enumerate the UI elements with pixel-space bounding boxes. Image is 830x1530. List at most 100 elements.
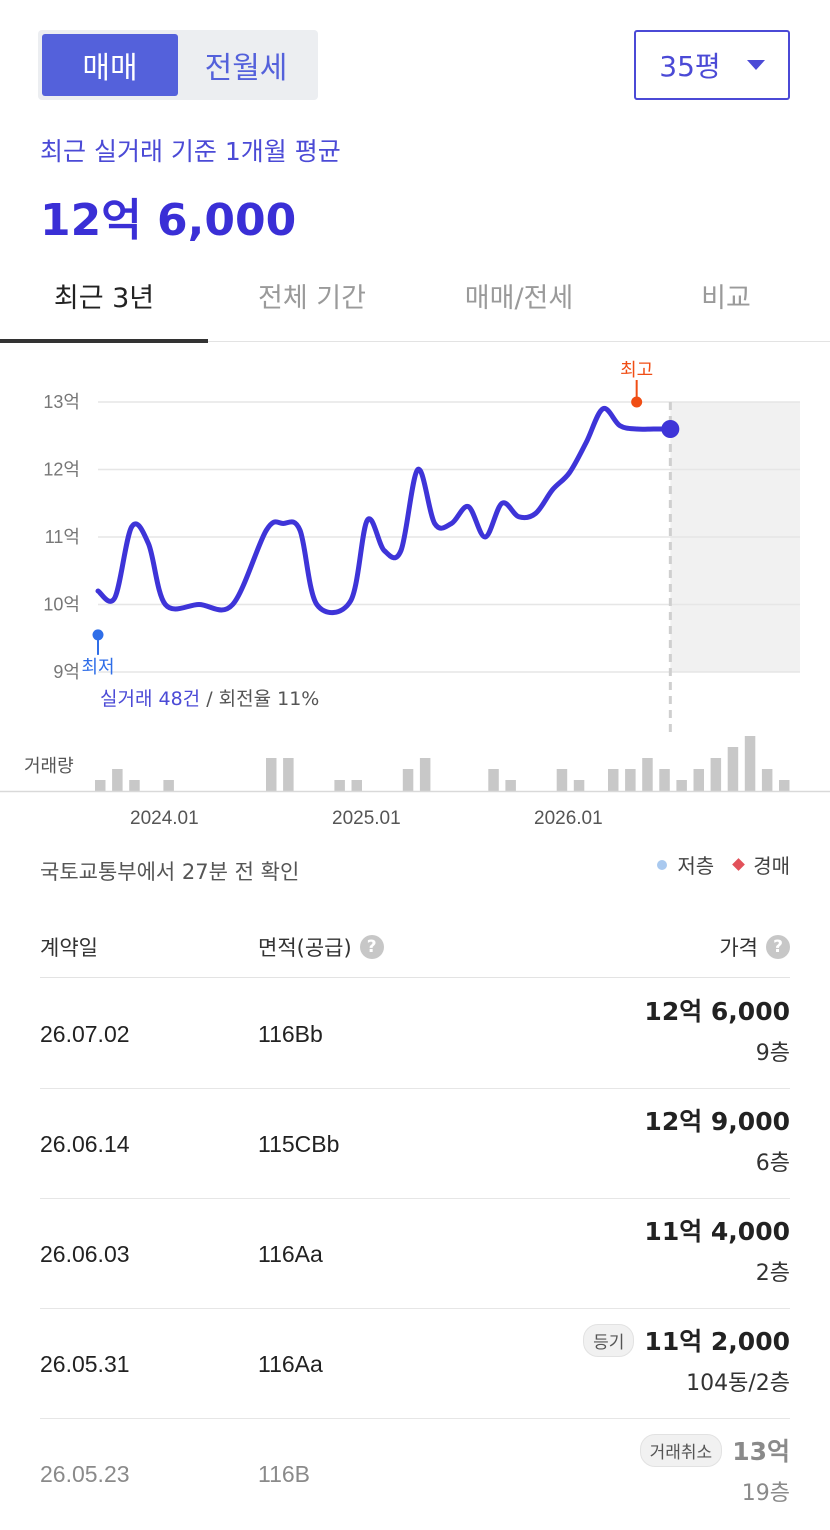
average-label: 최근 실거래 기준 1개월 평균 [40,137,341,166]
volume-bar [676,780,687,791]
source-note: 국토교통부에서 27분 전 확인 [40,860,300,884]
contract-date: 26.05.31 [40,1350,130,1377]
trade-price: 11억 2,000 [644,1327,790,1356]
floor: 104동/2층 [686,1371,790,1396]
header-area: 면적(공급) ? [258,932,384,962]
legend-auction: 경매 [732,850,790,879]
table-row[interactable]: 26.06.03 116Aa 11억 4,000 2층 [40,1199,790,1309]
volume-bar [761,769,773,791]
trade-price: 12억 9,000 [644,1107,790,1136]
floor: 19층 [741,1481,790,1506]
low-floor-dot-icon [657,859,668,870]
contract-date: 26.06.14 [40,1130,130,1157]
table-row[interactable]: 26.06.14 115CBb 12억 9,000 6층 [40,1089,790,1199]
price-cell: 12억 6,000 9층 [644,989,790,1067]
volume-bar [608,769,619,791]
tab-compare[interactable]: 비교 [622,260,830,342]
trade-type-toggle: 매매 전월세 [38,30,318,100]
tab-all-period[interactable]: 전체 기간 [208,260,416,342]
volume-bar [642,758,653,791]
high-marker-label: 최고 [620,360,653,381]
trade-count: 실거래 48건 [100,688,206,710]
floor: 6층 [755,1151,790,1176]
y-tick-label: 12억 [43,460,80,480]
volume-bar [129,780,140,791]
volume-bar [488,769,499,791]
supply-area: 116Bb [258,1020,323,1047]
y-tick-label: 13억 [43,392,80,412]
period-tabs: 최근 3년 전체 기간 매매/전세 비교 [0,260,830,343]
legend-auction-label: 경매 [753,854,790,878]
volume-bar [505,780,516,791]
floor: 9층 [755,1041,790,1066]
header-date: 계약일 [40,932,98,962]
volume-bar [283,758,294,791]
tab-recent-3-years[interactable]: 최근 3년 [0,260,208,343]
volume-bar [693,769,704,791]
volume-bar [727,747,739,791]
y-tick-label: 9억 [53,662,80,682]
table-row[interactable]: 26.07.02 116Bb 12억 6,000 9층 [40,979,790,1089]
header-date-label: 계약일 [40,936,98,960]
table-header: 계약일 면적(공급) ? 가격 ? [40,920,790,978]
volume-bar [266,758,277,791]
average-price: 12억 6,000 [40,195,297,246]
y-tick-label: 11억 [45,527,80,547]
supply-area: 115CBb [258,1130,340,1157]
legend-low-floor: 저층 [657,850,714,879]
tab-sale-jeonse[interactable]: 매매/전세 [415,260,623,342]
volume-bar [779,780,790,791]
header-price-label: 가격 [719,936,758,960]
trade-price: 12억 6,000 [644,997,790,1026]
y-tick-label: 10억 [43,595,80,615]
price-cell: 거래취소 13억 19층 [639,1429,790,1507]
volume-bar [710,758,722,791]
table-row[interactable]: 26.05.31 116Aa 등기 11억 2,000 104동/2층 [40,1309,790,1419]
cancelled-badge: 거래취소 [639,1433,723,1467]
volume-bar [334,780,345,791]
supply-area: 116Aa [258,1350,323,1377]
volume-bar [573,780,585,791]
volume-bar [112,769,123,791]
legend-low-floor-label: 저층 [677,854,715,878]
help-icon[interactable]: ? [359,935,384,959]
volume-bar [402,769,414,791]
caret-down-icon [746,60,765,70]
rent-toggle-button[interactable]: 전월세 [178,34,314,96]
table-row[interactable]: 26.05.23 116B 거래취소 13억 19층 [40,1419,790,1529]
floor: 2층 [755,1261,790,1286]
volume-label: 거래량 [24,756,74,777]
size-select[interactable]: 35평 [634,30,790,100]
header-area-label: 면적(공급) [258,936,352,960]
price-chart-svg: 13억 12억 11억 10억 9억 최고최저실거래 48건 / 회전율 11% 거래량 [0,360,830,793]
sale-toggle-button[interactable]: 매매 [42,34,178,96]
contract-date: 26.05.23 [40,1460,130,1487]
volume-bar [419,758,431,791]
auction-diamond-icon [732,858,746,871]
trade-price: 11억 4,000 [644,1217,790,1246]
volume-bar [659,769,670,791]
size-select-value: 35평 [659,50,721,83]
volume-bar [351,780,362,791]
chart-legend: 저층 경매 [657,850,790,879]
volume-bar [95,780,106,791]
help-icon[interactable]: ? [766,935,790,959]
volume-bar [556,769,568,791]
trade-summary: 실거래 48건 / 회전율 11% [100,688,319,710]
low-marker-label: 최저 [81,657,114,678]
supply-area: 116Aa [258,1240,323,1267]
price-trend-line [95,406,673,616]
trade-price: 13억 [732,1437,790,1466]
registered-badge: 등기 [583,1323,635,1357]
supply-area: 116B [258,1460,311,1487]
price-cell: 12억 9,000 6층 [644,1099,790,1177]
volume-bar [625,769,636,791]
contract-date: 26.06.03 [40,1240,130,1267]
current-price-point [661,420,680,438]
high-marker-point [631,396,643,408]
price-cell: 11억 4,000 2층 [644,1209,790,1287]
price-chart[interactable]: 13억 12억 11억 10억 9억 최고최저실거래 48건 / 회전율 11% 거래량 [0,342,830,802]
turnover-rate: / 회전율 11% [206,688,319,710]
x-tick-label: 2024.01 [130,808,199,829]
volume-bar [163,780,174,791]
